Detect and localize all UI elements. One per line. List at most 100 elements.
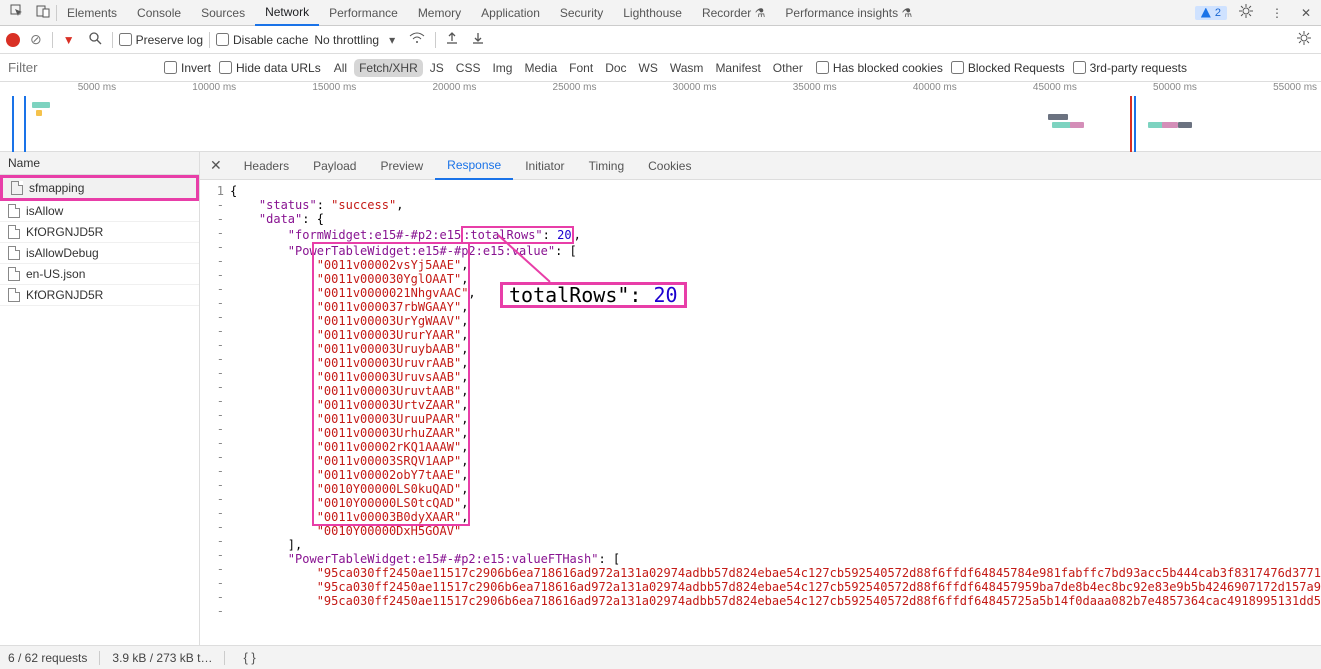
overview-bar bbox=[1048, 114, 1068, 120]
kebab-icon[interactable]: ⋮ bbox=[1265, 2, 1289, 24]
top-tab-console[interactable]: Console bbox=[127, 0, 191, 26]
detail-tab-preview[interactable]: Preview bbox=[368, 152, 435, 180]
request-detail-pane: ✕ HeadersPayloadPreviewResponseInitiator… bbox=[200, 152, 1321, 645]
request-item[interactable]: sfmapping bbox=[0, 175, 199, 201]
invert-checkbox[interactable]: Invert bbox=[164, 61, 211, 75]
request-name: KfORGNJD5R bbox=[26, 288, 103, 302]
has-blocked-cookies-checkbox[interactable]: Has blocked cookies bbox=[816, 61, 943, 75]
ruler-tick: 10000 ms bbox=[120, 82, 240, 96]
request-count: 6 / 62 requests bbox=[8, 651, 87, 665]
ruler-tick: 15000 ms bbox=[240, 82, 360, 96]
type-filter-doc[interactable]: Doc bbox=[600, 59, 631, 77]
detail-tab-response[interactable]: Response bbox=[435, 152, 513, 180]
type-filter-fetch-xhr[interactable]: Fetch/XHR bbox=[354, 59, 423, 77]
document-icon bbox=[8, 225, 20, 239]
overview-bar bbox=[1070, 122, 1084, 128]
separator bbox=[52, 32, 53, 48]
preserve-log-checkbox[interactable]: Preserve log bbox=[119, 33, 203, 47]
third-party-checkbox[interactable]: 3rd-party requests bbox=[1073, 61, 1187, 75]
detail-tab-headers[interactable]: Headers bbox=[232, 152, 301, 180]
network-split-view: Name sfmapping isAllow KfORGNJD5R isAllowDe… bbox=[0, 152, 1321, 645]
export-har-icon[interactable] bbox=[468, 29, 488, 50]
type-filter-manifest[interactable]: Manifest bbox=[710, 59, 765, 77]
ruler-tick: 20000 ms bbox=[360, 82, 480, 96]
name-column-header[interactable]: Name bbox=[0, 152, 199, 175]
document-icon bbox=[8, 267, 20, 281]
close-devtools-icon[interactable]: ✕ bbox=[1295, 2, 1317, 24]
separator bbox=[209, 32, 210, 48]
top-tab-security[interactable]: Security bbox=[550, 0, 613, 26]
document-icon bbox=[8, 288, 20, 302]
code-content[interactable]: { "status": "success", "data": { "formWi… bbox=[230, 180, 1321, 645]
request-item[interactable]: en-US.json bbox=[0, 264, 199, 285]
type-filter-ws[interactable]: WS bbox=[634, 59, 663, 77]
type-filter-css[interactable]: CSS bbox=[451, 59, 486, 77]
request-item[interactable]: KfORGNJD5R bbox=[0, 285, 199, 306]
line-gutter: 1 - - - - - - - - - - - - - - - - - - - bbox=[200, 180, 230, 645]
network-conditions-icon[interactable] bbox=[405, 30, 429, 49]
detail-tab-payload[interactable]: Payload bbox=[301, 152, 368, 180]
disable-cache-checkbox[interactable]: Disable cache bbox=[216, 33, 308, 47]
clear-button[interactable]: ⊘ bbox=[26, 29, 46, 50]
chevron-down-icon[interactable]: ▾ bbox=[385, 33, 399, 47]
top-tab-performance[interactable]: Performance bbox=[319, 0, 408, 26]
transferred-size: 3.9 kB / 273 kB t… bbox=[112, 651, 212, 665]
detail-tab-initiator[interactable]: Initiator bbox=[513, 152, 576, 180]
overview-bar bbox=[1162, 122, 1178, 128]
close-detail-icon[interactable]: ✕ bbox=[200, 157, 232, 174]
filter-input[interactable] bbox=[6, 58, 156, 77]
ruler-tick: 30000 ms bbox=[600, 82, 720, 96]
type-filter-other[interactable]: Other bbox=[768, 59, 808, 77]
request-item[interactable]: isAllowDebug bbox=[0, 243, 199, 264]
record-button[interactable] bbox=[6, 33, 20, 47]
request-name: sfmapping bbox=[29, 181, 84, 195]
inspect-icon[interactable] bbox=[4, 0, 30, 25]
type-filter-wasm[interactable]: Wasm bbox=[665, 59, 709, 77]
separator bbox=[112, 32, 113, 48]
type-filter-img[interactable]: Img bbox=[487, 59, 517, 77]
ruler-tick: 55000 ms bbox=[1201, 82, 1321, 96]
network-settings-icon[interactable] bbox=[1293, 29, 1315, 50]
pretty-print-button[interactable]: { } bbox=[237, 650, 261, 665]
search-icon[interactable] bbox=[85, 30, 106, 50]
gear-icon[interactable] bbox=[1233, 0, 1259, 25]
top-tab-recorder-[interactable]: Recorder ⚗ bbox=[692, 0, 775, 26]
device-toggle-icon[interactable] bbox=[30, 0, 56, 25]
filter-icon[interactable]: ▼ bbox=[59, 31, 79, 49]
type-filter-js[interactable]: JS bbox=[425, 59, 449, 77]
top-tab-lighthouse[interactable]: Lighthouse bbox=[613, 0, 692, 26]
detail-tabs: ✕ HeadersPayloadPreviewResponseInitiator… bbox=[200, 152, 1321, 180]
overview-bar bbox=[1178, 122, 1192, 128]
timeline-overview[interactable]: 5000 ms10000 ms15000 ms20000 ms25000 ms3… bbox=[0, 82, 1321, 152]
type-filter-font[interactable]: Font bbox=[564, 59, 598, 77]
response-body: 1 - - - - - - - - - - - - - - - - - - - bbox=[200, 180, 1321, 645]
request-item[interactable]: KfORGNJD5R bbox=[0, 222, 199, 243]
throttling-select[interactable]: No throttling bbox=[314, 33, 379, 47]
detail-tab-timing[interactable]: Timing bbox=[577, 152, 637, 180]
type-filter-all[interactable]: All bbox=[329, 59, 352, 77]
ruler-tick: 40000 ms bbox=[841, 82, 961, 96]
top-tab-sources[interactable]: Sources bbox=[191, 0, 255, 26]
separator bbox=[435, 32, 436, 48]
separator bbox=[99, 651, 100, 665]
blocked-requests-checkbox[interactable]: Blocked Requests bbox=[951, 61, 1065, 75]
ruler-tick: 5000 ms bbox=[0, 82, 120, 96]
import-har-icon[interactable] bbox=[442, 29, 462, 50]
detail-tab-cookies[interactable]: Cookies bbox=[636, 152, 703, 180]
ruler-tick: 35000 ms bbox=[721, 82, 841, 96]
document-icon bbox=[8, 246, 20, 260]
top-tab-memory[interactable]: Memory bbox=[408, 0, 471, 26]
request-name: isAllow bbox=[26, 204, 63, 218]
overview-marker bbox=[12, 96, 14, 152]
overview-marker bbox=[1134, 96, 1136, 152]
devtools-top-tabs: ElementsConsoleSourcesNetworkPerformance… bbox=[0, 0, 1321, 26]
type-filter-media[interactable]: Media bbox=[519, 59, 562, 77]
request-name: KfORGNJD5R bbox=[26, 225, 103, 239]
issues-badge[interactable]: 2 bbox=[1195, 6, 1227, 20]
top-tab-performance-insights-[interactable]: Performance insights ⚗ bbox=[775, 0, 922, 26]
top-tab-application[interactable]: Application bbox=[471, 0, 550, 26]
top-tab-network[interactable]: Network bbox=[255, 0, 319, 26]
top-tab-elements[interactable]: Elements bbox=[57, 0, 127, 26]
request-item[interactable]: isAllow bbox=[0, 201, 199, 222]
hide-data-urls-checkbox[interactable]: Hide data URLs bbox=[219, 61, 321, 75]
